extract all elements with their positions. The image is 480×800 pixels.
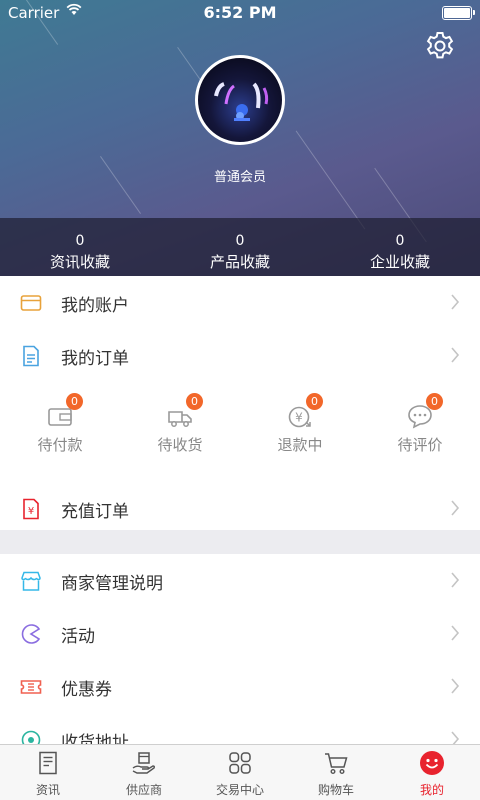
avatar[interactable] (195, 55, 285, 145)
order-status-pending-review[interactable]: 0 待评价 (360, 382, 480, 488)
tab-label: 资讯 (35, 783, 60, 797)
chevron-right-icon (451, 294, 460, 310)
order-status-label: 待收货 (157, 436, 203, 454)
chevron-right-icon (451, 625, 460, 641)
order-badge: 0 (306, 393, 323, 410)
smiley-icon (420, 751, 444, 775)
profile-header: Carrier 6:52 PM 普通会员 0 资讯收藏 0 产品收藏 0 企业收… (0, 0, 480, 276)
address-label: 收货地址 (61, 733, 129, 744)
stat-label: 产品收藏 (209, 253, 270, 271)
order-status-refunding[interactable]: ¥ 0 退款中 (240, 382, 360, 488)
order-badge: 0 (426, 393, 443, 410)
my-orders-row[interactable]: 我的订单 (0, 329, 480, 382)
tab-trade-center[interactable]: 交易中心 (192, 745, 288, 800)
document-icon (23, 345, 39, 367)
order-status-label: 退款中 (277, 436, 323, 454)
bottom-tab-bar: 资讯 供应商 交易中心 购物车 我的 (0, 744, 480, 800)
svg-text:¥: ¥ (295, 411, 303, 425)
grid-icon (229, 752, 251, 774)
chevron-right-icon (451, 500, 460, 516)
coupon-row[interactable]: 优惠券 (0, 660, 480, 713)
status-time: 6:52 PM (203, 3, 277, 22)
address-row[interactable]: 收货地址 (0, 713, 480, 744)
chevron-right-icon (451, 731, 460, 744)
merchant-guide-label: 商家管理说明 (61, 574, 163, 594)
decorative-streak (100, 156, 141, 214)
gear-icon (426, 32, 454, 59)
my-account-row[interactable]: 我的账户 (0, 276, 480, 329)
stat-product-favorites[interactable]: 0 产品收藏 (160, 218, 320, 276)
stat-label: 资讯收藏 (49, 253, 110, 271)
card-icon (20, 295, 42, 311)
pacman-icon (21, 624, 41, 644)
recharge-orders-label: 充值订单 (61, 502, 129, 522)
stat-count: 0 (395, 233, 405, 249)
recharge-orders-row[interactable]: ¥ 充值订单 (0, 488, 480, 530)
stat-company-favorites[interactable]: 0 企业收藏 (320, 218, 480, 276)
stat-news-favorites[interactable]: 0 资讯收藏 (0, 218, 160, 276)
svg-text:¥: ¥ (28, 506, 34, 517)
order-badge: 0 (186, 393, 203, 410)
favorites-stats: 0 资讯收藏 0 产品收藏 0 企业收藏 (0, 218, 480, 276)
avatar-image (214, 82, 269, 121)
order-status-pending-receipt[interactable]: 0 待收货 (120, 382, 240, 488)
member-level: 普通会员 (213, 170, 266, 185)
location-icon (21, 730, 41, 744)
activity-label: 活动 (61, 627, 95, 647)
store-icon (21, 571, 41, 591)
coupon-label: 优惠券 (61, 680, 112, 700)
tab-label: 交易中心 (215, 783, 264, 797)
chevron-right-icon (451, 572, 460, 588)
chevron-right-icon (451, 347, 460, 363)
stat-label: 企业收藏 (369, 253, 430, 271)
activity-row[interactable]: 活动 (0, 607, 480, 660)
settings-button[interactable] (424, 30, 456, 62)
tab-cart[interactable]: 购物车 (288, 745, 384, 800)
tab-news[interactable]: 资讯 (0, 745, 96, 800)
supplier-icon (132, 752, 156, 774)
merchant-guide-row[interactable]: 商家管理说明 (0, 554, 480, 607)
stat-count: 0 (235, 233, 245, 249)
status-bar: Carrier 6:52 PM (0, 0, 480, 26)
tab-label: 供应商 (125, 783, 162, 797)
chevron-right-icon (451, 678, 460, 694)
order-status-bar: 0 待付款 0 待收货 ¥ 0 退款中 0 待评价 (0, 382, 480, 488)
order-badge: 0 (66, 393, 83, 410)
tab-label: 我的 (419, 783, 444, 797)
order-status-label: 待付款 (37, 436, 83, 454)
stat-count: 0 (75, 233, 85, 249)
my-account-label: 我的账户 (61, 296, 129, 316)
account-section: 我的账户 我的订单 0 待付款 0 待收货 ¥ 0 退款中 0 待评价 ¥ 充值… (0, 276, 480, 530)
tab-mine[interactable]: 我的 (384, 745, 480, 800)
tab-label: 购物车 (317, 783, 354, 797)
my-orders-label: 我的订单 (61, 349, 129, 369)
battery-icon (442, 6, 475, 20)
order-status-pending-payment[interactable]: 0 待付款 (0, 382, 120, 488)
yen-document-icon: ¥ (23, 498, 39, 520)
news-icon (39, 751, 57, 775)
tab-suppliers[interactable]: 供应商 (96, 745, 192, 800)
order-status-label: 待评价 (397, 436, 443, 454)
ticket-icon (20, 680, 42, 694)
cart-icon (325, 753, 348, 775)
services-section: 商家管理说明 活动 优惠券 收货地址 (0, 554, 480, 744)
